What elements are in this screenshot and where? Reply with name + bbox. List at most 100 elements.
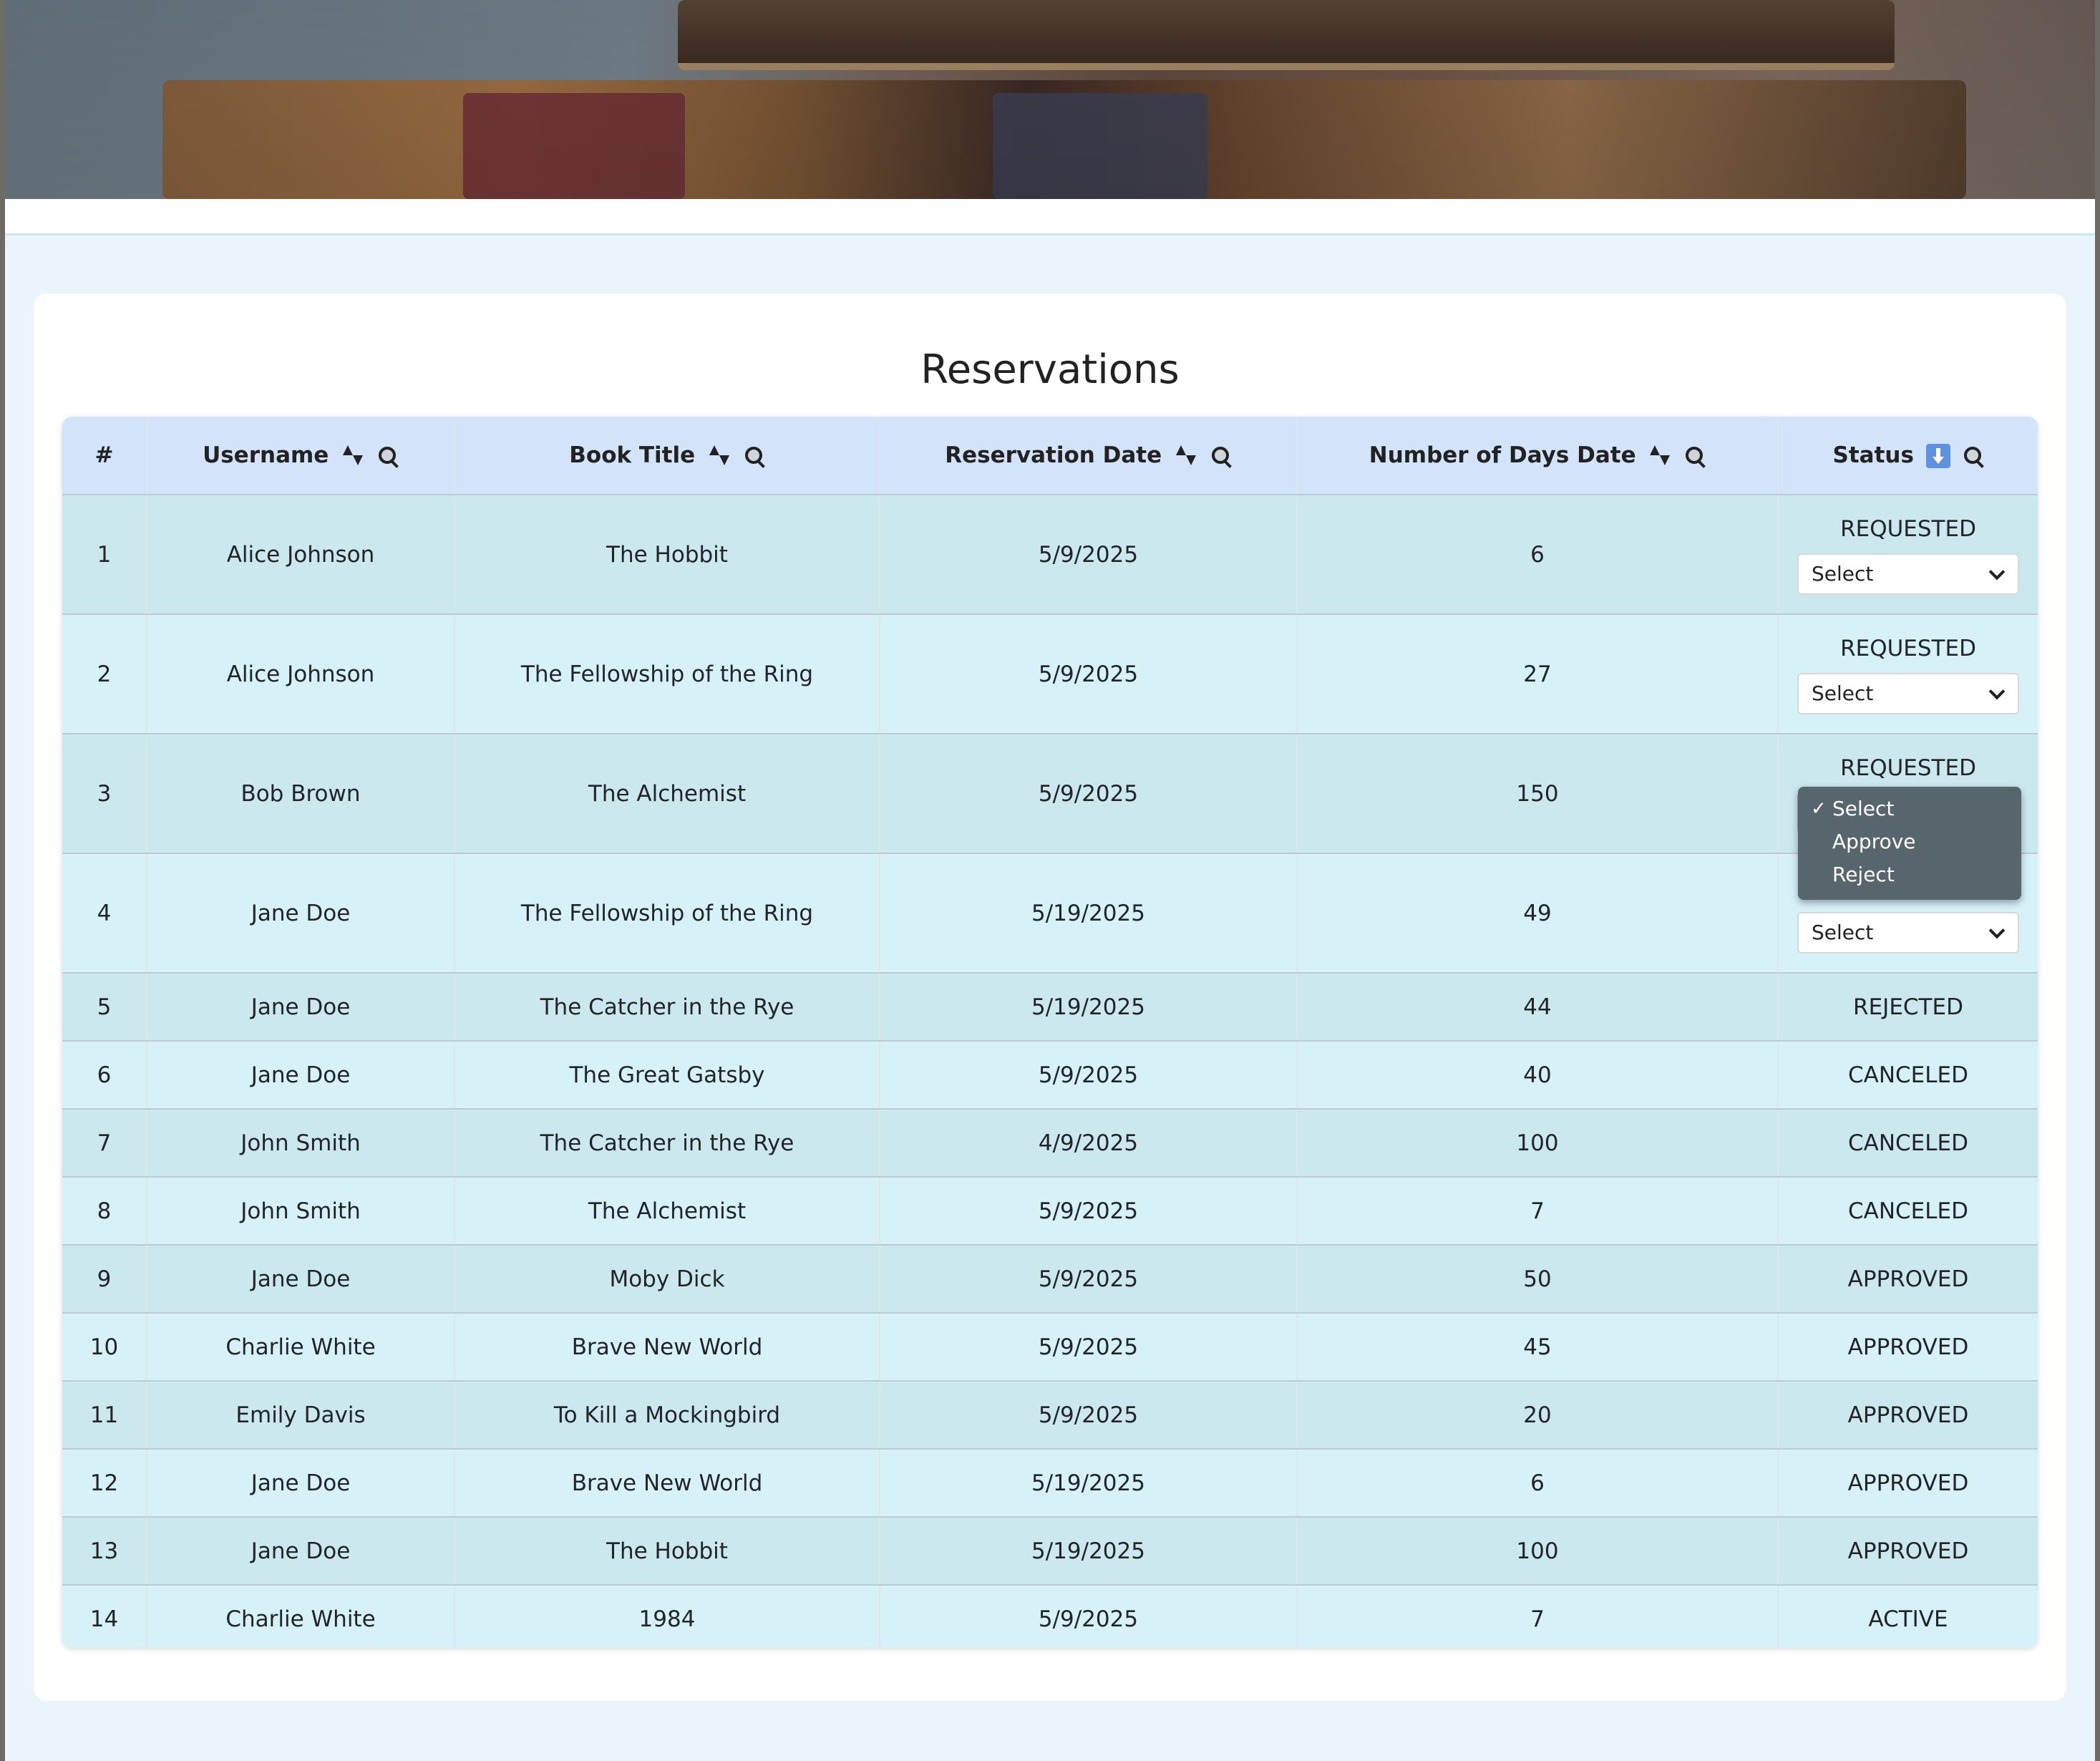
table-row: 12 Jane Doe Brave New World 5/19/2025 6 … <box>62 1449 2038 1518</box>
book-title-cell: 1984 <box>454 1585 880 1648</box>
username-cell: Jane Doe <box>147 973 455 1042</box>
days-cell: 50 <box>1297 1245 1779 1314</box>
days-cell: 40 <box>1297 1041 1779 1110</box>
reservation-date-cell: 5/9/2025 <box>880 1313 1298 1382</box>
header-label[interactable]: Reservation Date <box>945 442 1162 468</box>
dropdown-option-reject[interactable]: Reject <box>1798 858 2021 891</box>
book-title-cell: The Fellowship of the Ring <box>454 614 880 734</box>
username-cell: John Smith <box>147 1177 455 1246</box>
search-icon[interactable] <box>1963 445 1984 467</box>
search-icon[interactable] <box>1210 445 1232 467</box>
row-number: 9 <box>62 1245 147 1314</box>
table-row: 4 Jane Doe The Fellowship of the Ring 5/… <box>62 853 2038 974</box>
sort-icon[interactable] <box>707 444 731 468</box>
header-book-title: Book Title <box>454 417 880 495</box>
status-cell: APPROVED <box>1778 1381 2038 1450</box>
reservation-date-cell: 5/19/2025 <box>880 973 1298 1042</box>
username-cell: Bob Brown <box>147 734 455 854</box>
reservations-table: # Username Book Title Reservation Date N… <box>62 417 2038 1648</box>
sort-icon[interactable] <box>341 444 365 468</box>
table-row: 5 Jane Doe The Catcher in the Rye 5/19/2… <box>62 973 2038 1042</box>
username-cell: Alice Johnson <box>147 495 455 615</box>
hero-banner <box>5 0 2095 199</box>
status-cell: CANCELED <box>1778 1177 2038 1246</box>
table-row: 7 John Smith The Catcher in the Rye 4/9/… <box>62 1109 2038 1178</box>
reservation-date-cell: 5/9/2025 <box>880 1041 1298 1110</box>
reservation-date-cell: 5/9/2025 <box>880 1585 1298 1648</box>
header-label[interactable]: Username <box>203 442 329 468</box>
table-row: 9 Jane Doe Moby Dick 5/9/2025 50 APPROVE… <box>62 1245 2038 1314</box>
reservation-date-cell: 5/19/2025 <box>880 853 1298 974</box>
status-cell: CANCELED <box>1778 1041 2038 1110</box>
book-title-cell: The Catcher in the Rye <box>454 1109 880 1178</box>
status-dropdown-menu: ✓ Select Approve Reject <box>1798 787 2021 900</box>
row-number: 14 <box>62 1585 147 1648</box>
reservation-date-cell: 5/9/2025 <box>880 1245 1298 1314</box>
book-title-cell: The Catcher in the Rye <box>454 973 880 1042</box>
days-cell: 45 <box>1297 1313 1779 1382</box>
row-number: 3 <box>62 734 147 854</box>
username-cell: Jane Doe <box>147 1517 455 1586</box>
days-cell: 44 <box>1297 973 1779 1042</box>
book-title-cell: The Alchemist <box>454 1177 880 1246</box>
row-number: 2 <box>62 614 147 734</box>
arrow-down-icon[interactable] <box>1925 444 1950 469</box>
status-select[interactable]: Select <box>1797 672 2019 714</box>
chevron-down-icon <box>1988 685 2005 702</box>
dropdown-option-select[interactable]: ✓ Select <box>1798 792 2021 825</box>
status-text: REQUESTED <box>1840 755 1976 781</box>
days-cell: 100 <box>1297 1517 1779 1586</box>
reservation-date-cell: 4/9/2025 <box>880 1109 1298 1178</box>
hero-overlay <box>5 0 2095 199</box>
header-label[interactable]: Book Title <box>569 442 695 468</box>
header-username: Username <box>147 417 455 495</box>
status-select[interactable]: Select <box>1797 553 2019 595</box>
username-cell: Emily Davis <box>147 1381 455 1450</box>
days-cell: 7 <box>1297 1585 1779 1648</box>
status-select-value: Select <box>1812 681 1874 705</box>
status-cell: ACTIVE <box>1778 1585 2038 1648</box>
days-cell: 20 <box>1297 1381 1779 1450</box>
dropdown-option-label: Reject <box>1832 863 1895 886</box>
header-label[interactable]: Status <box>1833 442 1914 468</box>
days-cell: 6 <box>1297 1449 1779 1518</box>
book-title-cell: The Great Gatsby <box>454 1041 880 1110</box>
days-cell: 7 <box>1297 1177 1779 1246</box>
days-cell: 100 <box>1297 1109 1779 1178</box>
header-strip <box>5 199 2095 236</box>
header-label[interactable]: Number of Days Date <box>1369 442 1636 468</box>
book-title-cell: Moby Dick <box>454 1245 880 1314</box>
search-icon[interactable] <box>1684 445 1706 467</box>
table-row: 14 Charlie White 1984 5/9/2025 7 ACTIVE <box>62 1585 2038 1648</box>
status-cell: REQUESTED Select <box>1778 614 2038 734</box>
search-icon[interactable] <box>377 445 399 467</box>
chevron-down-icon <box>1988 924 2005 941</box>
status-cell: APPROVED <box>1778 1449 2038 1518</box>
username-cell: Jane Doe <box>147 853 455 974</box>
dropdown-option-approve[interactable]: Approve <box>1798 825 2021 858</box>
status-cell: CANCELED <box>1778 1109 2038 1178</box>
book-title-cell: To Kill a Mockingbird <box>454 1381 880 1450</box>
days-cell: 27 <box>1297 614 1779 734</box>
header-number: # <box>62 417 147 495</box>
row-number: 6 <box>62 1041 147 1110</box>
reservation-date-cell: 5/19/2025 <box>880 1449 1298 1518</box>
dropdown-option-label: Approve <box>1832 830 1916 853</box>
username-cell: Charlie White <box>147 1585 455 1648</box>
status-select[interactable]: Select <box>1797 911 2019 954</box>
reservation-date-cell: 5/9/2025 <box>880 734 1298 854</box>
book-title-cell: The Fellowship of the Ring <box>454 853 880 974</box>
sort-icon[interactable] <box>1174 444 1198 468</box>
days-cell: 150 <box>1297 734 1779 854</box>
table-row-active: 3 Bob Brown The Alchemist 5/9/2025 150 R… <box>62 734 2038 854</box>
search-icon[interactable] <box>744 445 765 467</box>
username-cell: Jane Doe <box>147 1245 455 1314</box>
sort-icon[interactable] <box>1648 444 1672 468</box>
reservation-date-cell: 5/9/2025 <box>880 614 1298 734</box>
row-number: 11 <box>62 1381 147 1450</box>
days-cell: 49 <box>1297 853 1779 974</box>
row-number: 10 <box>62 1313 147 1382</box>
chevron-down-icon <box>1988 566 2005 583</box>
table-header-row: # Username Book Title Reservation Date N… <box>62 417 2038 495</box>
status-text: REQUESTED <box>1840 635 1976 661</box>
